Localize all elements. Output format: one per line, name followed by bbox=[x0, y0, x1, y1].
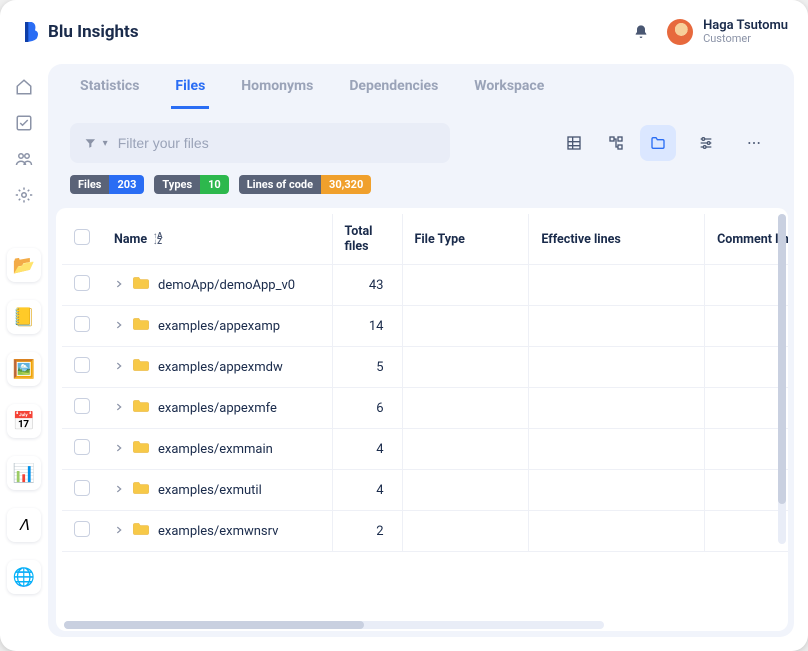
sidebar-card-image[interactable]: 🖼️ bbox=[7, 352, 41, 386]
expand-chevron-icon[interactable] bbox=[114, 319, 124, 334]
sidebar-card-folder[interactable]: 📂 bbox=[7, 248, 41, 282]
expand-chevron-icon[interactable] bbox=[114, 524, 124, 539]
tab-statistics[interactable]: Statistics bbox=[76, 78, 143, 109]
settings-icon[interactable] bbox=[15, 186, 33, 204]
table-row[interactable]: examples/appexmdw 5 bbox=[62, 347, 788, 388]
row-checkbox[interactable] bbox=[74, 521, 90, 537]
home-icon[interactable] bbox=[15, 78, 33, 96]
app-logo[interactable]: Blu Insights bbox=[20, 20, 139, 44]
vertical-scrollbar[interactable] bbox=[778, 214, 786, 544]
user-name: Haga Tsutomu bbox=[703, 19, 788, 33]
row-name-text: demoApp/demoApp_v0 bbox=[158, 278, 295, 293]
expand-chevron-icon[interactable] bbox=[114, 442, 124, 457]
view-folder-button[interactable] bbox=[640, 125, 676, 161]
row-total-files: 4 bbox=[332, 470, 402, 511]
badge-types: Types10 bbox=[154, 175, 228, 194]
app-window: Blu Insights Haga Tsutomu Customer 📂 📒 🖼… bbox=[0, 0, 808, 651]
row-name-text: examples/exmmain bbox=[158, 442, 273, 457]
files-table: Name↑A↓Z Total files File Type Effective… bbox=[62, 214, 788, 552]
tab-workspace[interactable]: Workspace bbox=[470, 78, 548, 109]
table-row[interactable]: examples/appexamp 14 bbox=[62, 306, 788, 347]
view-tree-button[interactable] bbox=[598, 125, 634, 161]
sort-icon[interactable]: ↑A↓Z bbox=[153, 233, 162, 245]
row-total-files: 5 bbox=[332, 347, 402, 388]
row-checkbox[interactable] bbox=[74, 357, 90, 373]
nav-tabs: Statistics Files Homonyms Dependencies W… bbox=[48, 78, 794, 109]
sidebar: 📂 📒 🖼️ 📅 📊 𝛬 🌐 bbox=[0, 64, 48, 651]
row-checkbox[interactable] bbox=[74, 439, 90, 455]
row-checkbox[interactable] bbox=[74, 316, 90, 332]
sidebar-card-chart[interactable]: 📊 bbox=[7, 456, 41, 490]
row-name-text: examples/exmutil bbox=[158, 483, 262, 498]
table-container: Name↑A↓Z Total files File Type Effective… bbox=[56, 208, 788, 631]
row-checkbox[interactable] bbox=[74, 275, 90, 291]
row-total-files: 6 bbox=[332, 388, 402, 429]
notifications-icon[interactable] bbox=[633, 24, 649, 40]
col-name[interactable]: Name↑A↓Z bbox=[102, 214, 332, 265]
expand-chevron-icon[interactable] bbox=[114, 278, 124, 293]
table-row[interactable]: examples/exmmain 4 bbox=[62, 429, 788, 470]
row-total-files: 2 bbox=[332, 511, 402, 552]
table-row[interactable]: examples/exmutil 4 bbox=[62, 470, 788, 511]
main-content: Statistics Files Homonyms Dependencies W… bbox=[48, 64, 794, 637]
sidebar-card-compass[interactable]: 𝛬 bbox=[7, 508, 41, 542]
filter-icon bbox=[84, 136, 97, 150]
folder-icon bbox=[132, 481, 150, 499]
row-checkbox[interactable] bbox=[74, 398, 90, 414]
col-file-type[interactable]: File Type bbox=[402, 214, 529, 265]
folder-icon bbox=[132, 317, 150, 335]
users-icon[interactable] bbox=[15, 150, 33, 168]
table-row[interactable]: examples/appexmfe 6 bbox=[62, 388, 788, 429]
check-icon[interactable] bbox=[15, 114, 33, 132]
tab-dependencies[interactable]: Dependencies bbox=[345, 78, 442, 109]
row-name-text: examples/appexamp bbox=[158, 319, 280, 334]
tab-homonyms[interactable]: Homonyms bbox=[237, 78, 317, 109]
row-total-files: 14 bbox=[332, 306, 402, 347]
row-name-text: examples/appexmfe bbox=[158, 401, 277, 416]
row-checkbox[interactable] bbox=[74, 480, 90, 496]
folder-icon bbox=[132, 522, 150, 540]
badge-loc: Lines of code30,320 bbox=[239, 175, 372, 194]
sidebar-card-calendar[interactable]: 📅 bbox=[7, 404, 41, 438]
col-comment-lines[interactable]: Comment lines bbox=[705, 214, 788, 265]
logo-mark-icon bbox=[20, 20, 40, 44]
folder-icon bbox=[132, 399, 150, 417]
user-role: Customer bbox=[703, 33, 788, 45]
row-name-text: examples/appexmdw bbox=[158, 360, 283, 375]
app-title: Blu Insights bbox=[48, 22, 139, 42]
sidebar-card-globe[interactable]: 🌐 bbox=[7, 560, 41, 594]
folder-icon bbox=[132, 276, 150, 294]
filter-input[interactable] bbox=[118, 135, 436, 151]
user-block[interactable]: Haga Tsutomu Customer bbox=[703, 19, 788, 45]
row-total-files: 4 bbox=[332, 429, 402, 470]
expand-chevron-icon[interactable] bbox=[114, 401, 124, 416]
folder-icon bbox=[132, 358, 150, 376]
toolbar: ▾ bbox=[48, 109, 794, 173]
expand-chevron-icon[interactable] bbox=[114, 483, 124, 498]
select-all-checkbox[interactable] bbox=[74, 229, 90, 245]
filter-box[interactable]: ▾ bbox=[70, 123, 450, 163]
chevron-down-icon: ▾ bbox=[103, 138, 108, 149]
table-row[interactable]: demoApp/demoApp_v0 43 bbox=[62, 265, 788, 306]
row-name-text: examples/exmwnsrv bbox=[158, 524, 278, 539]
col-effective-lines[interactable]: Effective lines bbox=[529, 214, 705, 265]
summary-badges: Files203 Types10 Lines of code30,320 bbox=[48, 173, 794, 208]
app-header: Blu Insights Haga Tsutomu Customer bbox=[0, 0, 808, 64]
more-button[interactable] bbox=[736, 125, 772, 161]
row-total-files: 43 bbox=[332, 265, 402, 306]
horizontal-scrollbar[interactable] bbox=[64, 621, 604, 629]
sidebar-card-notes[interactable]: 📒 bbox=[7, 300, 41, 334]
expand-chevron-icon[interactable] bbox=[114, 360, 124, 375]
col-total-files[interactable]: Total files bbox=[332, 214, 402, 265]
user-avatar[interactable] bbox=[667, 19, 693, 45]
tab-files[interactable]: Files bbox=[171, 78, 209, 109]
table-row[interactable]: examples/exmwnsrv 2 bbox=[62, 511, 788, 552]
badge-files: Files203 bbox=[70, 175, 144, 194]
view-table-button[interactable] bbox=[556, 125, 592, 161]
folder-icon bbox=[132, 440, 150, 458]
settings-sliders-button[interactable] bbox=[688, 125, 724, 161]
